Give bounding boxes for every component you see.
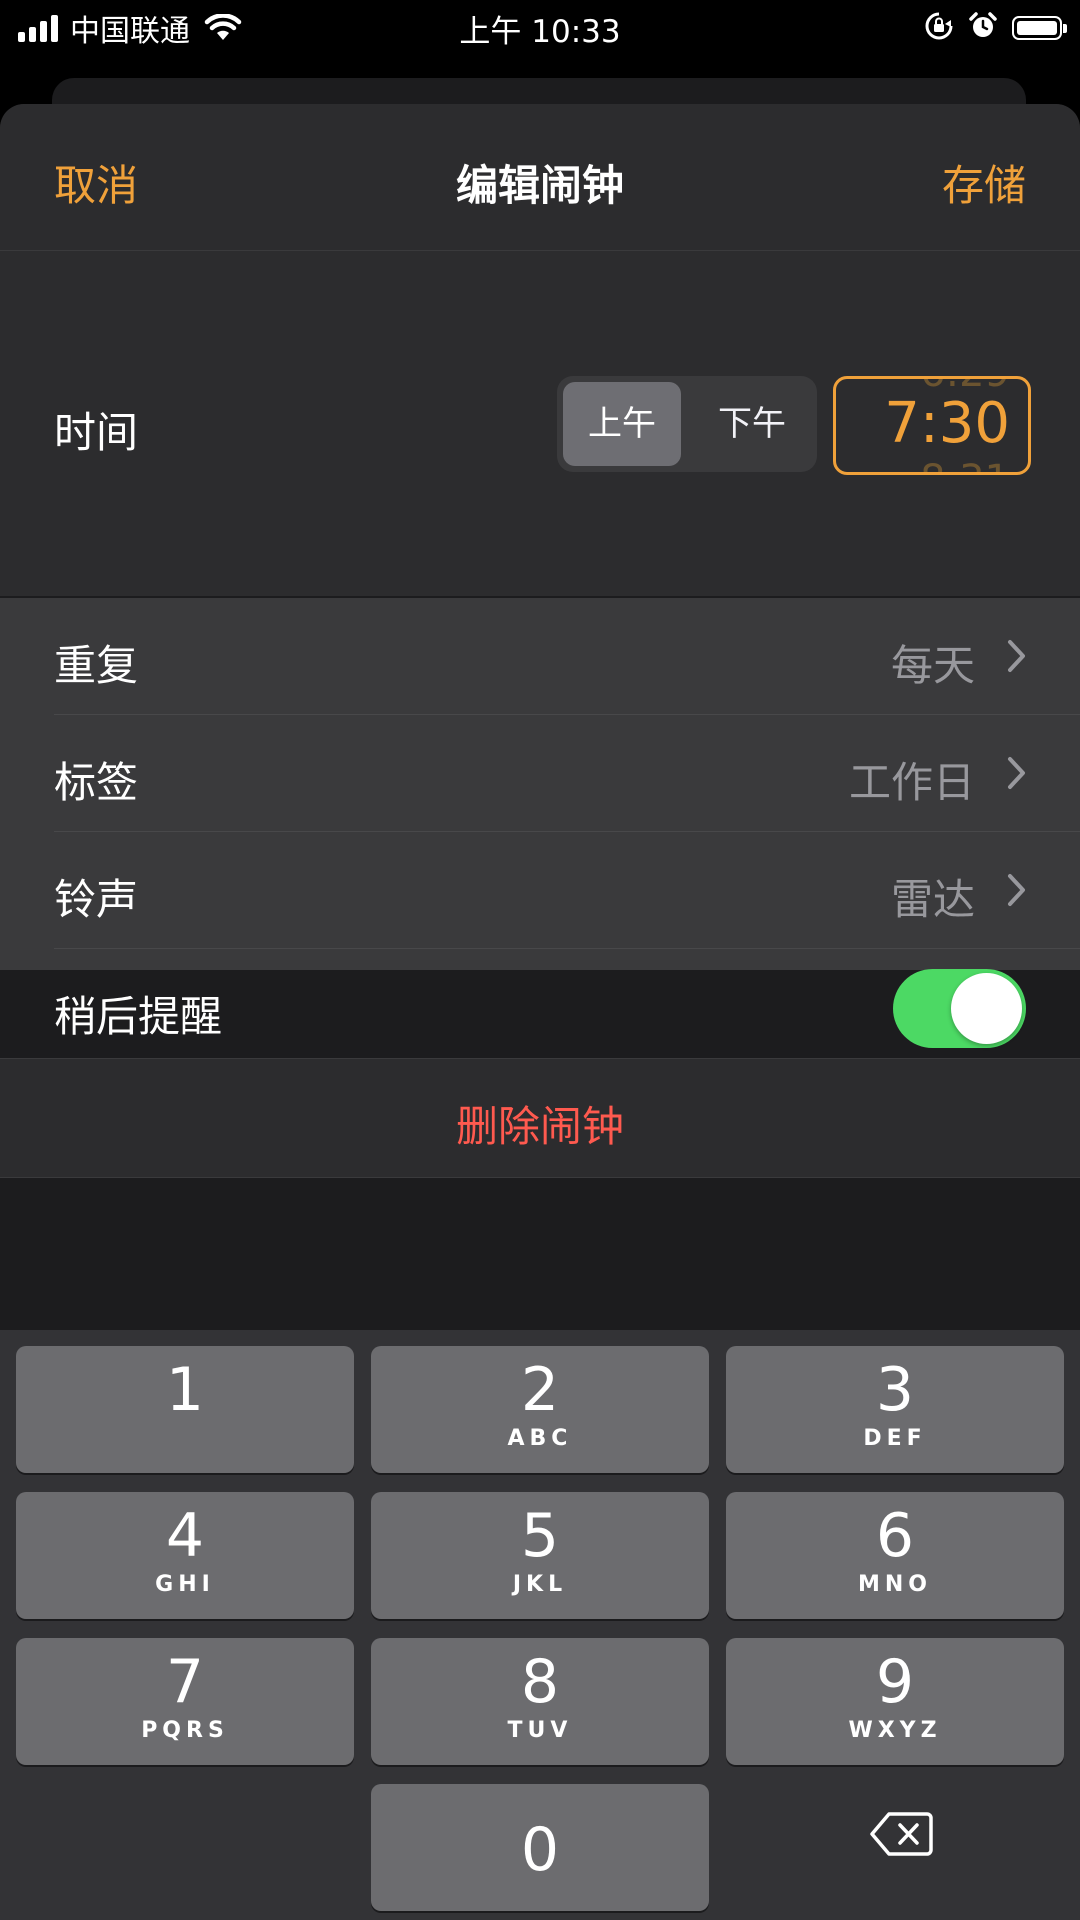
sound-label: 铃声 xyxy=(54,875,139,924)
label-row[interactable]: 标签 工作日 xyxy=(0,715,1080,832)
label-value: 工作日 xyxy=(848,758,975,807)
time-value: 7:30 xyxy=(884,391,1010,456)
delete-alarm-button[interactable]: 删除闹钟 xyxy=(0,1058,1080,1178)
key-6[interactable]: 6 MNO xyxy=(726,1492,1064,1619)
save-button[interactable]: 存储 xyxy=(942,152,1026,213)
key-8[interactable]: 8 TUV xyxy=(371,1638,709,1765)
key-0[interactable]: 0 xyxy=(371,1784,709,1911)
battery-icon xyxy=(1012,16,1067,40)
time-label: 时间 xyxy=(54,408,139,457)
repeat-row[interactable]: 重复 每天 xyxy=(0,598,1080,715)
chevron-right-icon xyxy=(1006,638,1028,678)
label-label: 标签 xyxy=(54,758,139,807)
alarm-icon xyxy=(968,11,998,45)
snooze-row: 稍后提醒 xyxy=(0,949,1080,1066)
key-4[interactable]: 4 GHI xyxy=(16,1492,354,1619)
am-segment[interactable]: 上午 xyxy=(563,382,681,466)
alarm-settings-list: 重复 每天 标签 工作日 铃声 雷达 稍后提醒 xyxy=(0,598,1080,1048)
key-3[interactable]: 3 DEF xyxy=(726,1346,1064,1473)
snooze-label: 稍后提醒 xyxy=(54,992,223,1041)
nav-bar: 取消 编辑闹钟 存储 xyxy=(0,104,1080,251)
key-7[interactable]: 7 PQRS xyxy=(16,1638,354,1765)
orientation-lock-icon xyxy=(924,11,954,45)
toggle-knob xyxy=(951,973,1022,1044)
key-5[interactable]: 5 JKL xyxy=(371,1492,709,1619)
status-time: 上午 10:33 xyxy=(459,14,621,50)
chevron-right-icon xyxy=(1006,872,1028,912)
sound-value: 雷达 xyxy=(890,875,975,924)
status-bar: 中国联通 上午 10:33 xyxy=(0,0,1080,56)
page-title: 编辑闹钟 xyxy=(455,161,624,210)
pm-segment[interactable]: 下午 xyxy=(693,382,811,466)
chevron-right-icon xyxy=(1006,755,1028,795)
snooze-toggle[interactable] xyxy=(893,969,1026,1048)
repeat-label: 重复 xyxy=(54,641,139,690)
key-2[interactable]: 2 ABC xyxy=(371,1346,709,1473)
backspace-icon[interactable] xyxy=(869,1810,933,1858)
key-9[interactable]: 9 WXYZ xyxy=(726,1638,1064,1765)
repeat-value: 每天 xyxy=(890,641,975,690)
sound-row[interactable]: 铃声 雷达 xyxy=(0,832,1080,949)
key-1[interactable]: 1 xyxy=(16,1346,354,1473)
time-input[interactable]: 6:29 7:30 8:31 xyxy=(833,376,1031,475)
time-picker-next-value: 8:31 xyxy=(920,460,1010,472)
delete-alarm-label: 删除闹钟 xyxy=(455,1102,624,1151)
am-pm-segmented-control[interactable]: 上午 下午 xyxy=(557,376,817,472)
